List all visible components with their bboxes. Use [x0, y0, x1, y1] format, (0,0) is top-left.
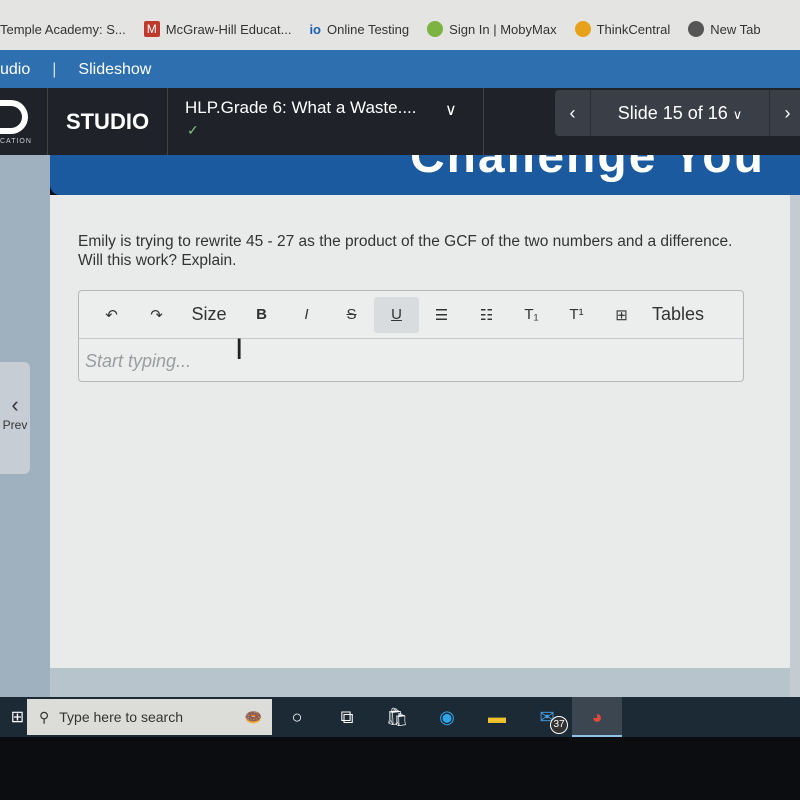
check-icon: ✓	[187, 122, 199, 138]
logo[interactable]: CATION	[0, 88, 48, 155]
app-bar: udio | Slideshow	[0, 50, 800, 90]
studio-label: STUDIO	[48, 88, 168, 155]
size-dropdown[interactable]: Size	[179, 304, 239, 325]
undo-icon[interactable]: ↶	[89, 306, 134, 324]
task-view-icon[interactable]: ⧉	[322, 707, 372, 728]
slide-navigator: ‹ Slide 15 of 16 ∨ ›	[555, 90, 800, 136]
bookmark-mcgraw-hill[interactable]: M McGraw-Hill Educat...	[143, 21, 291, 37]
studio-header: CATION STUDIO HLP.Grade 6: What a Waste.…	[0, 88, 800, 155]
chevron-left-icon: ‹	[11, 392, 19, 417]
file-explorer-icon[interactable]: ▬	[472, 707, 522, 728]
next-slide-button[interactable]: ›	[769, 90, 800, 136]
subscript-button[interactable]: T₁	[509, 306, 554, 323]
mail-badge: 37	[550, 715, 568, 734]
io-icon: io	[309, 21, 321, 37]
bookmark-temple-academy[interactable]: Temple Academy: S...	[0, 22, 126, 37]
right-margin	[790, 195, 800, 700]
previous-slide-button[interactable]: ‹	[555, 90, 591, 136]
mcgraw-hill-icon: M	[143, 21, 160, 37]
bookmark-online-testing[interactable]: io Online Testing	[309, 22, 409, 37]
slide-banner: Challenge You	[50, 155, 800, 195]
strikethrough-button[interactable]: S	[329, 306, 374, 323]
mail-icon[interactable]: ✉ 37	[522, 707, 572, 734]
search-icon: ⚲	[39, 708, 50, 725]
edge-icon[interactable]: ◉	[422, 707, 472, 728]
thinkcentral-icon	[574, 21, 591, 37]
bookmark-new-tab[interactable]: New Tab	[688, 21, 761, 37]
underline-button[interactable]: U	[374, 296, 419, 333]
slide-selector[interactable]: Slide 15 of 16 ∨	[591, 103, 769, 124]
insert-icon[interactable]: ⊞	[599, 306, 644, 324]
tables-button[interactable]: Tables	[652, 304, 704, 325]
taskbar-search[interactable]: ⚲ Type here to search 🍩	[27, 699, 272, 735]
redo-icon[interactable]: ↷	[134, 306, 179, 324]
rich-text-editor: ↶ ↷ Size B I S U ☰ ☷ T₁ T¹ ⊞ Tables Star…	[78, 290, 744, 382]
text-cursor-icon: I	[235, 333, 244, 366]
prev-button[interactable]: ‹ Prev	[0, 362, 30, 474]
cortana-icon[interactable]: ○	[272, 707, 322, 728]
store-icon[interactable]: 🛍	[372, 707, 422, 728]
answer-input[interactable]: Start typing...	[85, 351, 191, 372]
presentation-title[interactable]: HLP.Grade 6: What a Waste....	[185, 98, 417, 118]
bookmark-mobymax[interactable]: Sign In | MobyMax	[427, 21, 557, 37]
donut-icon: 🍩	[244, 708, 262, 725]
numbered-list-icon[interactable]: ☷	[464, 306, 509, 324]
chrome-icon[interactable]: ◕	[572, 697, 622, 737]
question-text: Emily is trying to rewrite 45 - 27 as th…	[78, 233, 733, 269]
italic-button[interactable]: I	[284, 306, 329, 323]
bookmarks-bar: Temple Academy: S... M McGraw-Hill Educat…	[0, 0, 800, 50]
bullet-list-icon[interactable]: ☰	[419, 306, 464, 324]
editor-toolbar: ↶ ↷ Size B I S U ☰ ☷ T₁ T¹ ⊞ Tables	[79, 291, 743, 339]
taskbar: ⊞ ⚲ Type here to search 🍩 ○ ⧉ 🛍 ◉ ▬ ✉ 37 ◕	[0, 697, 800, 737]
mobymax-icon	[427, 21, 444, 37]
bookmark-thinkcentral[interactable]: ThinkCentral	[574, 21, 670, 37]
chevron-down-icon[interactable]: ∨	[445, 100, 457, 120]
app-name[interactable]: udio	[0, 61, 30, 79]
slideshow-link[interactable]: Slideshow	[78, 61, 151, 79]
divider	[483, 88, 484, 155]
superscript-button[interactable]: T¹	[554, 306, 599, 323]
chevron-down-icon: ∨	[732, 106, 743, 122]
bold-button[interactable]: B	[239, 306, 284, 323]
globe-icon	[688, 21, 705, 37]
bottom-margin	[50, 668, 790, 700]
